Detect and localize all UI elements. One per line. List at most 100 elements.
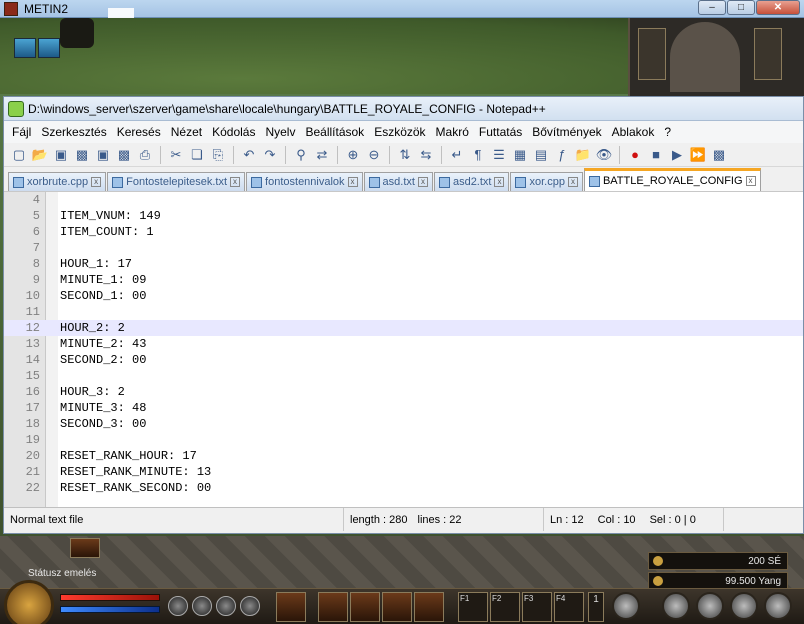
run-macro-multiple-icon[interactable]: ⏩ [689, 146, 707, 164]
zoom-out-icon[interactable]: ⊖ [365, 146, 383, 164]
folder-workspace-icon[interactable]: 📁 [574, 146, 592, 164]
minimize-button[interactable]: – [698, 0, 726, 15]
tab-close-icon[interactable]: x [494, 177, 505, 187]
undo-icon[interactable]: ↶ [240, 146, 258, 164]
menu-help[interactable]: ? [660, 125, 677, 139]
equipment-slot[interactable] [638, 28, 666, 80]
redo-icon[interactable]: ↷ [261, 146, 279, 164]
menu-language[interactable]: Nyelv [261, 125, 301, 139]
tab-fontostelepitesek[interactable]: Fontostelepitesek.txt x [107, 172, 246, 191]
all-chars-icon[interactable]: ¶ [469, 146, 487, 164]
close-icon[interactable]: ▣ [94, 146, 112, 164]
sync-v-icon[interactable]: ⇅ [396, 146, 414, 164]
editor-line[interactable]: 13 MINUTE_2: 43 [4, 336, 803, 352]
skill-slot-icon[interactable] [414, 592, 444, 622]
tab-close-icon[interactable]: x [745, 176, 756, 186]
editor-line[interactable]: 16 HOUR_3: 2 [4, 384, 803, 400]
tab-close-icon[interactable]: x [91, 177, 102, 187]
word-wrap-icon[interactable]: ↵ [448, 146, 466, 164]
hotkey-f1[interactable]: F1 [458, 592, 488, 622]
menu-encoding[interactable]: Kódolás [208, 125, 261, 139]
replace-icon[interactable]: ⇄ [313, 146, 331, 164]
cut-icon[interactable]: ✂ [167, 146, 185, 164]
stop-macro-icon[interactable]: ■ [647, 146, 665, 164]
indent-guide-icon[interactable]: ☰ [490, 146, 508, 164]
equipment-slot[interactable] [754, 28, 782, 80]
editor-line[interactable]: 7 [4, 240, 803, 256]
tab-asd2[interactable]: asd2.txt x [433, 172, 510, 191]
emote-icon[interactable] [612, 592, 640, 620]
zoom-in-icon[interactable]: ⊕ [344, 146, 362, 164]
copy-icon[interactable]: ❏ [188, 146, 206, 164]
tab-close-icon[interactable]: x [567, 177, 578, 187]
play-macro-icon[interactable]: ▶ [668, 146, 686, 164]
udl-icon[interactable]: ▦ [511, 146, 529, 164]
menu-search[interactable]: Keresés [113, 125, 167, 139]
editor-line[interactable]: 19 [4, 432, 803, 448]
doc-map-icon[interactable]: ▤ [532, 146, 550, 164]
record-macro-icon[interactable]: ● [626, 146, 644, 164]
save-all-icon[interactable]: ▩ [73, 146, 91, 164]
save-macro-icon[interactable]: ▩ [710, 146, 728, 164]
menu-plugins[interactable]: Bővítmények [528, 125, 607, 139]
character-emblem-icon[interactable] [4, 580, 54, 624]
status-raise-label[interactable]: Státusz emelés [28, 568, 96, 579]
hotkey-f3[interactable]: F3 [522, 592, 552, 622]
hotkey-f2[interactable]: F2 [490, 592, 520, 622]
quickbar-page[interactable]: 1 [588, 592, 604, 622]
skill-slot-icon[interactable] [350, 592, 380, 622]
tab-close-icon[interactable]: x [417, 177, 428, 187]
editor-line[interactable]: 14 SECOND_2: 00 [4, 352, 803, 368]
menu-view[interactable]: Nézet [167, 125, 208, 139]
skill-slot-icon[interactable] [318, 592, 348, 622]
character-menu-icon[interactable] [662, 592, 690, 620]
sync-h-icon[interactable]: ⇆ [417, 146, 435, 164]
editor-line[interactable]: 12 HOUR_2: 2 [4, 320, 803, 336]
maximize-button[interactable]: □ [727, 0, 755, 15]
save-icon[interactable]: ▣ [52, 146, 70, 164]
menu-tools[interactable]: Eszközök [370, 125, 431, 139]
print-icon[interactable]: ⎙ [136, 146, 154, 164]
menu-file[interactable]: Fájl [8, 125, 37, 139]
editor-line[interactable]: 22 RESET_RANK_SECOND: 00 [4, 480, 803, 496]
editor-line[interactable]: 6 ITEM_COUNT: 1 [4, 224, 803, 240]
settings-gear-icon[interactable] [764, 592, 792, 620]
menu-settings[interactable]: Beállítások [301, 125, 370, 139]
tab-xor[interactable]: xor.cpp x [510, 172, 583, 191]
editor-line[interactable]: 9 MINUTE_1: 09 [4, 272, 803, 288]
editor-line[interactable]: 5 ITEM_VNUM: 149 [4, 208, 803, 224]
tab-fontostennivalok[interactable]: fontostennivalok x [246, 172, 363, 191]
menu-window[interactable]: Ablakok [608, 125, 661, 139]
tab-close-icon[interactable]: x [230, 177, 241, 187]
buff-icon[interactable] [14, 38, 36, 58]
text-editor[interactable]: 4 5 ITEM_VNUM: 149 6 ITEM_COUNT: 1 7 8 HOUR_1: … [4, 191, 803, 507]
editor-line[interactable]: 4 [4, 192, 803, 208]
find-icon[interactable]: ⚲ [292, 146, 310, 164]
quest-icon[interactable] [70, 538, 100, 558]
editor-line[interactable]: 10 SECOND_1: 00 [4, 288, 803, 304]
editor-line[interactable]: 15 [4, 368, 803, 384]
tab-battle-royale-config[interactable]: BATTLE_ROYALE_CONFIG x [583, 168, 761, 191]
menu-run[interactable]: Futtatás [475, 125, 528, 139]
close-all-icon[interactable]: ▩ [115, 146, 133, 164]
messenger-icon[interactable] [730, 592, 758, 620]
tab-asd[interactable]: asd.txt x [363, 172, 433, 191]
menu-macro[interactable]: Makró [432, 125, 475, 139]
editor-line[interactable]: 21 RESET_RANK_MINUTE: 13 [4, 464, 803, 480]
buff-icon[interactable] [38, 38, 60, 58]
close-button[interactable]: ✕ [756, 0, 800, 15]
editor-line[interactable]: 17 MINUTE_3: 48 [4, 400, 803, 416]
hotkey-f4[interactable]: F4 [554, 592, 584, 622]
function-list-icon[interactable]: ƒ [553, 146, 571, 164]
menu-edit[interactable]: Szerkesztés [37, 125, 112, 139]
paste-icon[interactable]: ⎘ [209, 146, 227, 164]
editor-line[interactable]: 8 HOUR_1: 17 [4, 256, 803, 272]
sword-skill-icon[interactable] [276, 592, 306, 622]
open-file-icon[interactable]: 📂 [31, 146, 49, 164]
editor-line[interactable]: 11 [4, 304, 803, 320]
inventory-icon[interactable] [696, 592, 724, 620]
tab-close-icon[interactable]: x [347, 177, 358, 187]
editor-line[interactable]: 18 SECOND_3: 00 [4, 416, 803, 432]
monitoring-icon[interactable]: 👁 [595, 146, 613, 164]
skill-slot-icon[interactable] [382, 592, 412, 622]
